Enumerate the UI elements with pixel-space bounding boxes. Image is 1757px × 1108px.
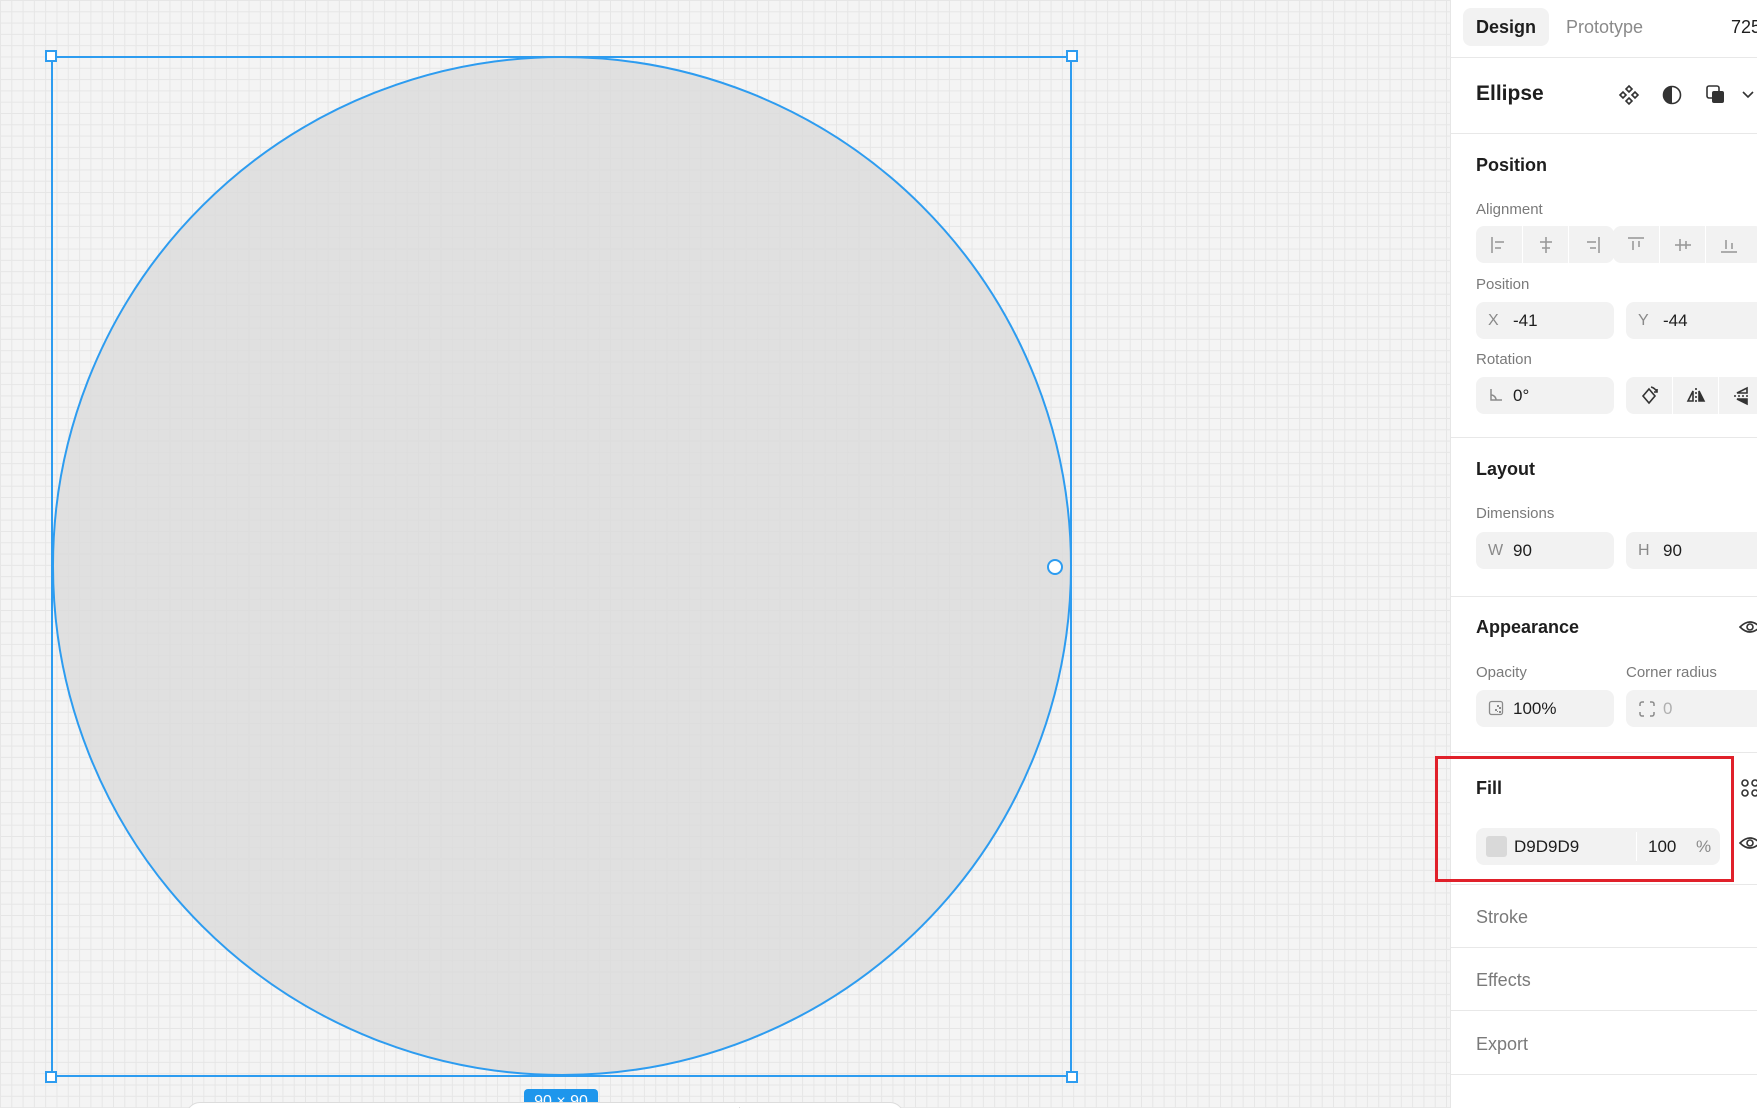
rotation-field[interactable]: 0° [1476, 377, 1614, 414]
flip-vertical-icon[interactable] [1718, 377, 1757, 414]
width-value[interactable]: 90 [1513, 532, 1532, 569]
divider [1451, 133, 1757, 134]
divider [1451, 752, 1757, 753]
w-prefix: W [1488, 542, 1504, 559]
tab-prototype[interactable]: Prototype [1553, 8, 1656, 46]
y-prefix: Y [1638, 312, 1649, 329]
fill-visibility-eye-icon[interactable] [1738, 833, 1757, 853]
resize-handle-top-left[interactable] [45, 50, 57, 62]
chevron-down-icon[interactable] [1741, 90, 1755, 100]
corner-radius-label: Corner radius [1626, 664, 1717, 681]
zoom-level[interactable]: 725 [1731, 8, 1757, 46]
flip-horizontal-icon[interactable] [1672, 377, 1718, 414]
corner-radius-icon [1638, 700, 1656, 718]
resize-handle-bottom-left[interactable] [45, 1071, 57, 1083]
resize-handle-bottom-right[interactable] [1066, 1071, 1078, 1083]
y-value[interactable]: -44 [1663, 302, 1688, 339]
rotation-label: Rotation [1476, 351, 1532, 368]
divider [1451, 437, 1757, 438]
divider [1451, 596, 1757, 597]
opacity-label: Opacity [1476, 664, 1527, 681]
component-icon[interactable] [1618, 84, 1640, 106]
align-vertical-center-icon[interactable] [1659, 226, 1705, 263]
x-value[interactable]: -41 [1513, 302, 1538, 339]
height-value[interactable]: 90 [1663, 532, 1682, 569]
opacity-field[interactable]: 100% [1476, 690, 1614, 727]
x-position-field[interactable]: X -41 [1476, 302, 1614, 339]
properties-panel: Design Prototype 725 Ellipse Position Al… [1450, 0, 1757, 1108]
align-bottom-icon[interactable] [1705, 226, 1751, 263]
position-section-title: Position [1476, 155, 1547, 175]
tab-design[interactable]: Design [1463, 8, 1550, 46]
x-prefix: X [1488, 312, 1499, 329]
mask-icon[interactable] [1661, 84, 1683, 106]
align-right-icon[interactable] [1568, 226, 1614, 263]
transform-group [1626, 377, 1757, 414]
resize-handle-top-right[interactable] [1066, 50, 1078, 62]
boolean-icon[interactable] [1705, 84, 1727, 106]
y-position-field[interactable]: Y -44 [1626, 302, 1757, 339]
dimensions-label: Dimensions [1476, 505, 1555, 522]
divider [1451, 884, 1757, 885]
arc-handle[interactable] [1047, 559, 1063, 575]
eye-icon[interactable] [1738, 617, 1757, 637]
stroke-section-title[interactable]: Stroke [1476, 907, 1528, 928]
styles-grid-icon[interactable] [1740, 778, 1757, 798]
divider [1451, 1010, 1757, 1011]
effects-section-title[interactable]: Effects [1476, 970, 1531, 991]
appearance-section-title: Appearance [1476, 617, 1580, 637]
h-prefix: H [1638, 542, 1650, 559]
horizontal-align-group [1476, 226, 1614, 263]
design-canvas[interactable]: 90 × 90 [0, 0, 1450, 1108]
panel-tabs: Design Prototype 725 [1451, 8, 1757, 50]
bottom-toolbar[interactable] [186, 1102, 904, 1108]
selection-box [51, 56, 1072, 1077]
corner-radius-field[interactable]: 0 [1626, 690, 1757, 727]
fill-section-highlight-box [1435, 756, 1734, 882]
divider [1451, 57, 1757, 58]
vertical-align-group [1613, 226, 1757, 263]
align-top-icon[interactable] [1613, 226, 1659, 263]
align-left-icon[interactable] [1476, 226, 1522, 263]
rotate-icon[interactable] [1626, 377, 1672, 414]
divider [1451, 947, 1757, 948]
alignment-label: Alignment [1476, 201, 1543, 218]
corner-radius-value[interactable]: 0 [1663, 690, 1672, 727]
width-field[interactable]: W 90 [1476, 532, 1614, 569]
layer-title: Ellipse [1476, 82, 1544, 105]
divider [1451, 1074, 1757, 1075]
layout-section-title: Layout [1476, 459, 1536, 479]
export-section-title[interactable]: Export [1476, 1034, 1528, 1055]
position-label: Position [1476, 276, 1530, 293]
height-field[interactable]: H 90 [1626, 532, 1757, 569]
align-horizontal-center-icon[interactable] [1522, 226, 1568, 263]
rotation-value[interactable]: 0° [1513, 377, 1529, 414]
angle-icon [1488, 387, 1504, 403]
opacity-icon [1488, 700, 1504, 716]
opacity-value[interactable]: 100% [1513, 690, 1556, 727]
